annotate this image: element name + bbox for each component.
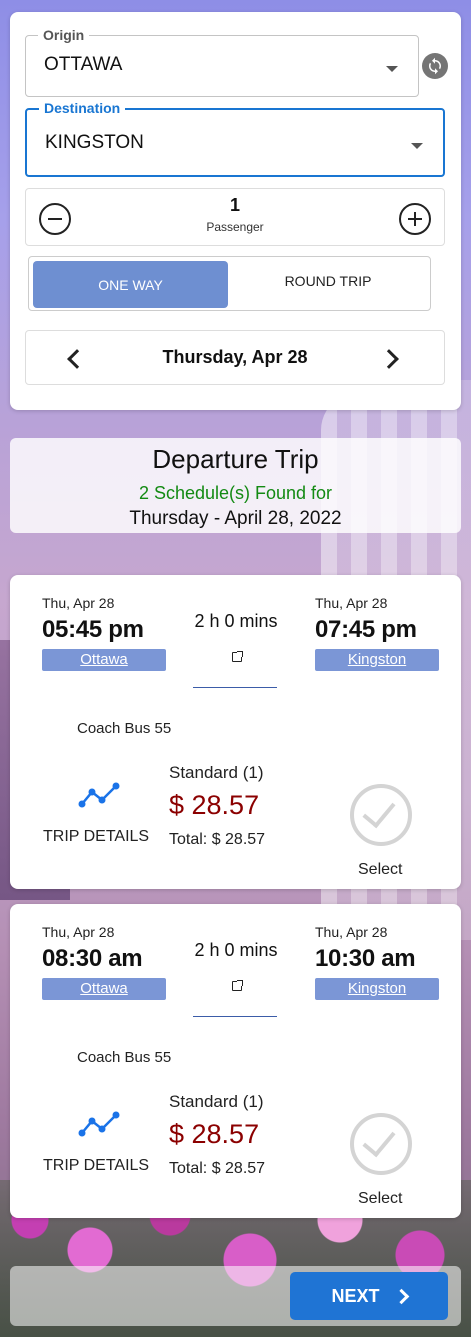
check-circle-icon[interactable] [350, 1113, 412, 1175]
next-button[interactable]: NEXT [290, 1272, 448, 1320]
swap-icon[interactable] [422, 53, 448, 79]
arrival-city-link[interactable]: Kingston [315, 649, 439, 671]
select-label[interactable]: Select [358, 1190, 402, 1208]
arrival-city-link[interactable]: Kingston [315, 978, 439, 1000]
chevron-down-icon [411, 143, 423, 149]
trip-duration: 2 h 0 mins [194, 611, 278, 631]
trip-details-icon[interactable] [78, 782, 122, 810]
bus-name: Coach Bus 55 [77, 720, 172, 737]
chevron-down-icon [386, 66, 398, 72]
one-way-button[interactable]: ONE WAY [33, 261, 228, 308]
fare-price: $ 28.57 [169, 1119, 260, 1149]
origin-label: Origin [38, 27, 90, 43]
passenger-count: 1 [229, 195, 240, 215]
destination-select[interactable]: Destination KINGSTON [25, 100, 445, 177]
trip-details-link[interactable]: TRIP DETAILS [43, 1157, 149, 1175]
fare-price: $ 28.57 [169, 790, 260, 820]
fare-class: Standard (1) [169, 763, 264, 782]
departure-date: Thu, Apr 28 [42, 924, 115, 940]
departure-city-link[interactable]: Ottawa [42, 978, 166, 1000]
date-navigator: Thursday, Apr 28 [25, 330, 445, 385]
arrival-time: 10:30 am [315, 945, 416, 972]
results-title: Departure Trip [152, 444, 319, 474]
results-date: Thursday - April 28, 2022 [129, 508, 342, 529]
destination-label: Destination [39, 100, 126, 116]
round-trip-button[interactable]: ROUND TRIP [228, 261, 428, 308]
chevron-right-icon [393, 1288, 409, 1304]
destination-value: KINGSTON [45, 132, 144, 153]
arrival-time: 07:45 pm [315, 616, 417, 643]
origin-select[interactable]: Origin OTTAWA [25, 27, 419, 97]
schedule-card: Thu, Apr 28 05:45 pm Ottawa 2 h 0 mins T… [10, 575, 461, 889]
plus-circle-icon[interactable] [399, 203, 431, 235]
results-header: Departure Trip 2 Schedule(s) Found for T… [10, 438, 461, 533]
schedule-card: Thu, Apr 28 08:30 am Ottawa 2 h 0 mins T… [10, 904, 461, 1218]
departure-time: 08:30 am [42, 945, 143, 972]
passenger-label: Passenger [206, 220, 264, 234]
bus-name: Coach Bus 55 [77, 1049, 172, 1066]
passenger-stepper: 1 Passenger [25, 188, 445, 246]
external-link-icon[interactable] [232, 651, 243, 662]
departure-city-link[interactable]: Ottawa [42, 649, 166, 671]
arrival-date: Thu, Apr 28 [315, 595, 388, 611]
fare-class: Standard (1) [169, 1092, 264, 1111]
external-link-icon[interactable] [232, 980, 243, 991]
footer-bar: NEXT [10, 1266, 461, 1326]
route-line [193, 1016, 277, 1017]
route-line [193, 687, 277, 688]
departure-date: Thu, Apr 28 [42, 595, 115, 611]
arrival-date: Thu, Apr 28 [315, 924, 388, 940]
trip-details-icon[interactable] [78, 1111, 122, 1139]
origin-value: OTTAWA [44, 54, 123, 75]
trip-duration: 2 h 0 mins [194, 940, 278, 960]
select-label[interactable]: Select [358, 861, 402, 879]
next-label: NEXT [331, 1285, 380, 1306]
trip-details-link[interactable]: TRIP DETAILS [43, 828, 149, 846]
search-panel: Origin OTTAWA Destination KINGSTON 1 Pas… [10, 12, 461, 410]
results-count: 2 Schedule(s) Found for [138, 483, 333, 503]
fare-total: Total: $ 28.57 [169, 1160, 266, 1177]
check-circle-icon[interactable] [350, 784, 412, 846]
departure-time: 05:45 pm [42, 616, 144, 643]
fare-total: Total: $ 28.57 [169, 831, 266, 848]
trip-type-toggle: ONE WAY ROUND TRIP [28, 256, 431, 311]
